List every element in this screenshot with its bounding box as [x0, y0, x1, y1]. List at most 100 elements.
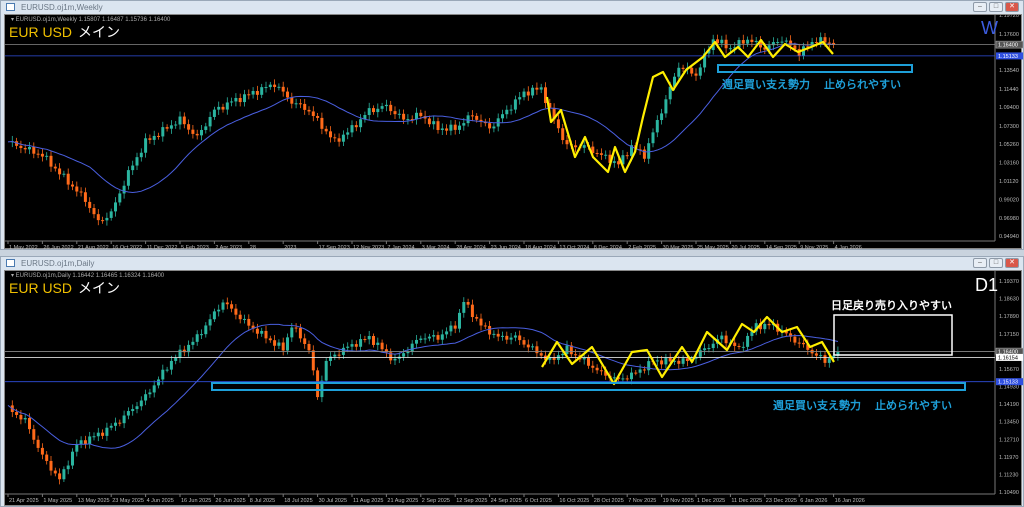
candle-body — [746, 39, 750, 44]
daily-title-bar[interactable]: EURUSD.oj1m,Daily – □ ✕ — [1, 257, 1023, 270]
time-tick-label: 19 Nov 2025 — [663, 498, 694, 504]
candle-body — [260, 330, 264, 334]
candle-body — [827, 358, 831, 363]
candle-body — [599, 370, 603, 372]
candle-body — [397, 113, 401, 115]
candle-body — [83, 440, 87, 445]
candle-body — [66, 173, 70, 185]
price-tick-label: 0.94940 — [999, 234, 1019, 240]
time-tick-label: 5 Feb 2023 — [181, 245, 209, 250]
resistance-annotation: 日足戻り売り入りやすい — [831, 300, 952, 312]
candle-body — [677, 67, 681, 77]
candle-body — [311, 350, 315, 371]
candle-body — [711, 343, 715, 349]
candle-body — [75, 186, 79, 192]
candle-body — [58, 168, 62, 175]
candle-body — [518, 335, 522, 341]
close-button[interactable]: ✕ — [1005, 258, 1019, 268]
time-tick-label: 2023 — [284, 245, 296, 250]
candle-body — [458, 312, 461, 329]
candle-body — [453, 325, 457, 329]
daily-chart-plot[interactable]: 1.19370 1.18630 1.17890 1.17150 1.15670 1.149… — [4, 270, 1023, 506]
candle-body — [410, 343, 414, 352]
price-tick-label: 1.11230 — [999, 472, 1018, 478]
symbol-label: EUR USD メイン — [9, 280, 121, 296]
candle-body — [707, 348, 711, 350]
candle-body — [582, 357, 586, 360]
candle-body — [432, 335, 436, 337]
bid-price-label: 1.16154 — [998, 355, 1018, 361]
candle-body — [698, 67, 702, 76]
candle-body — [475, 115, 479, 120]
candle-body — [754, 40, 758, 43]
maximize-button[interactable]: □ — [989, 2, 1003, 12]
candle-body — [200, 129, 203, 136]
candle-body — [243, 94, 246, 103]
candle-body — [298, 327, 302, 339]
timeframe-label: W — [981, 18, 998, 38]
minimize-button[interactable]: – — [973, 258, 987, 268]
candle-body — [79, 440, 83, 445]
candle-body — [599, 153, 603, 155]
time-tick-label: 14 Sep 2025 — [766, 245, 797, 250]
candle-body — [677, 360, 681, 364]
chart-window-icon — [6, 3, 15, 11]
time-tick-label: 13 Oct 2024 — [559, 245, 589, 250]
candle-body — [522, 340, 526, 345]
candle-body — [359, 339, 363, 347]
candle-body — [432, 121, 436, 125]
candle-body — [681, 67, 685, 69]
time-tick-label: 11 Aug 2025 — [353, 498, 383, 504]
candle-body — [307, 109, 311, 112]
candle-body — [238, 314, 242, 320]
candle-body — [630, 372, 633, 380]
candle-body — [118, 193, 122, 203]
candle-body — [784, 40, 788, 42]
candle-body — [303, 338, 307, 344]
candle-body — [118, 422, 122, 424]
time-tick-label: 11 Dec 2025 — [731, 498, 762, 504]
maximize-button[interactable]: □ — [989, 258, 1003, 268]
candle-body — [513, 335, 517, 338]
weekly-title-bar[interactable]: EURUSD.oj1m,Weekly – □ ✕ — [1, 1, 1023, 14]
support-price-label: 1.15133 — [998, 54, 1018, 60]
candle-body — [62, 173, 66, 175]
close-button[interactable]: ✕ — [1005, 2, 1019, 12]
candle-body — [621, 378, 625, 380]
candle-body — [238, 97, 242, 103]
candle-body — [83, 192, 87, 202]
price-tick-label: 1.10490 — [999, 490, 1019, 496]
candle-body — [419, 338, 423, 340]
candle-body — [462, 123, 466, 126]
candle-body — [350, 344, 354, 347]
candle-body — [819, 355, 823, 357]
candle-body — [23, 417, 27, 420]
candle-body — [780, 41, 784, 43]
time-tick-label: 30 Mar 2025 — [663, 245, 694, 250]
candle-body — [367, 108, 371, 116]
weekly-chart-plot[interactable]: 1.19720 1.17600 1.13540 1.11440 1.09400 1.073… — [4, 14, 1023, 250]
candle-body — [440, 334, 444, 340]
candle-body — [814, 353, 818, 356]
weekly-chart-window: EURUSD.oj1m,Weekly – □ ✕ 1.19720 1.17600 1.1… — [0, 0, 1024, 250]
candle-body — [71, 184, 74, 187]
candle-body — [324, 360, 328, 381]
candle-body — [36, 439, 40, 448]
time-tick-label: 23 Dec 2025 — [766, 498, 797, 504]
time-tick-label: 1 Dec 2025 — [697, 498, 725, 504]
candle-body — [419, 112, 423, 117]
candle-body — [122, 415, 126, 424]
candle-body — [131, 165, 135, 171]
candle-body — [178, 116, 182, 125]
time-tick-label: 11 Dec 2022 — [147, 245, 178, 250]
candle-body — [40, 447, 44, 455]
candle-body — [479, 318, 483, 326]
time-tick-label: 12 Sep 2025 — [456, 498, 487, 504]
time-tick-label: 25 May 2025 — [697, 245, 729, 250]
candle-body — [148, 138, 152, 140]
candle-body — [827, 42, 831, 44]
time-tick-label: 6 Oct 2025 — [525, 498, 552, 504]
minimize-button[interactable]: – — [973, 2, 987, 12]
time-tick-label: 17 Sep 2023 — [319, 245, 350, 250]
time-tick-label: 18 Jul 2025 — [284, 498, 312, 504]
